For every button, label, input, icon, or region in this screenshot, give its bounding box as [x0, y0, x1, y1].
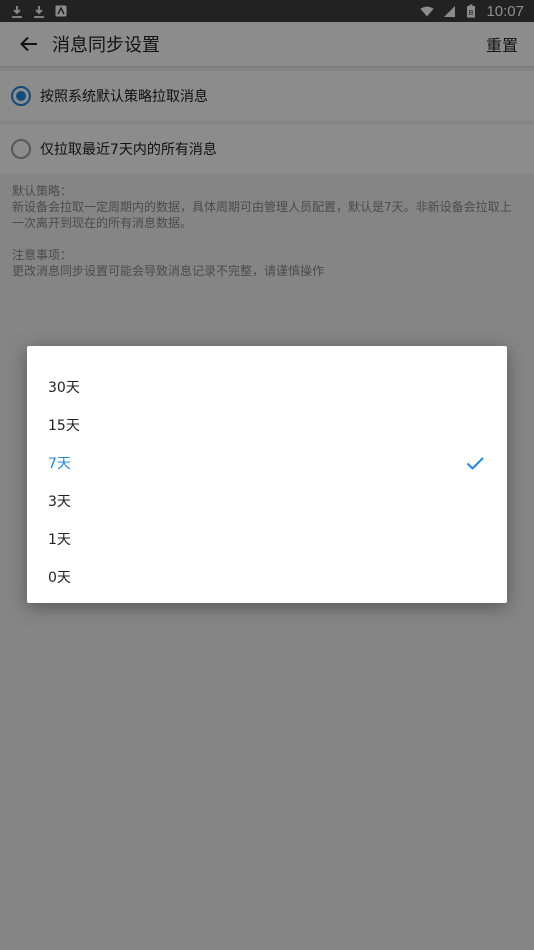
checkmark-icon [466, 457, 484, 470]
dialog-item-label: 3天 [48, 494, 71, 510]
dialog-item-15-days[interactable]: 15天 [27, 406, 507, 444]
dialog-item-30-days[interactable]: 30天 [27, 368, 507, 406]
dialog-item-1-day[interactable]: 1天 [27, 520, 507, 558]
dialog-item-label: 7天 [48, 456, 71, 472]
dialog-item-0-days[interactable]: 0天 [27, 558, 507, 596]
sync-period-dialog: 30天 15天 7天 3天 1天 0天 [27, 346, 507, 603]
dialog-item-3-days[interactable]: 3天 [27, 482, 507, 520]
dialog-item-label: 1天 [48, 532, 71, 548]
dialog-item-7-days[interactable]: 7天 [27, 444, 507, 482]
dialog-item-label: 0天 [48, 570, 71, 586]
dialog-item-label: 30天 [48, 380, 80, 396]
dialog-item-label: 15天 [48, 418, 80, 434]
